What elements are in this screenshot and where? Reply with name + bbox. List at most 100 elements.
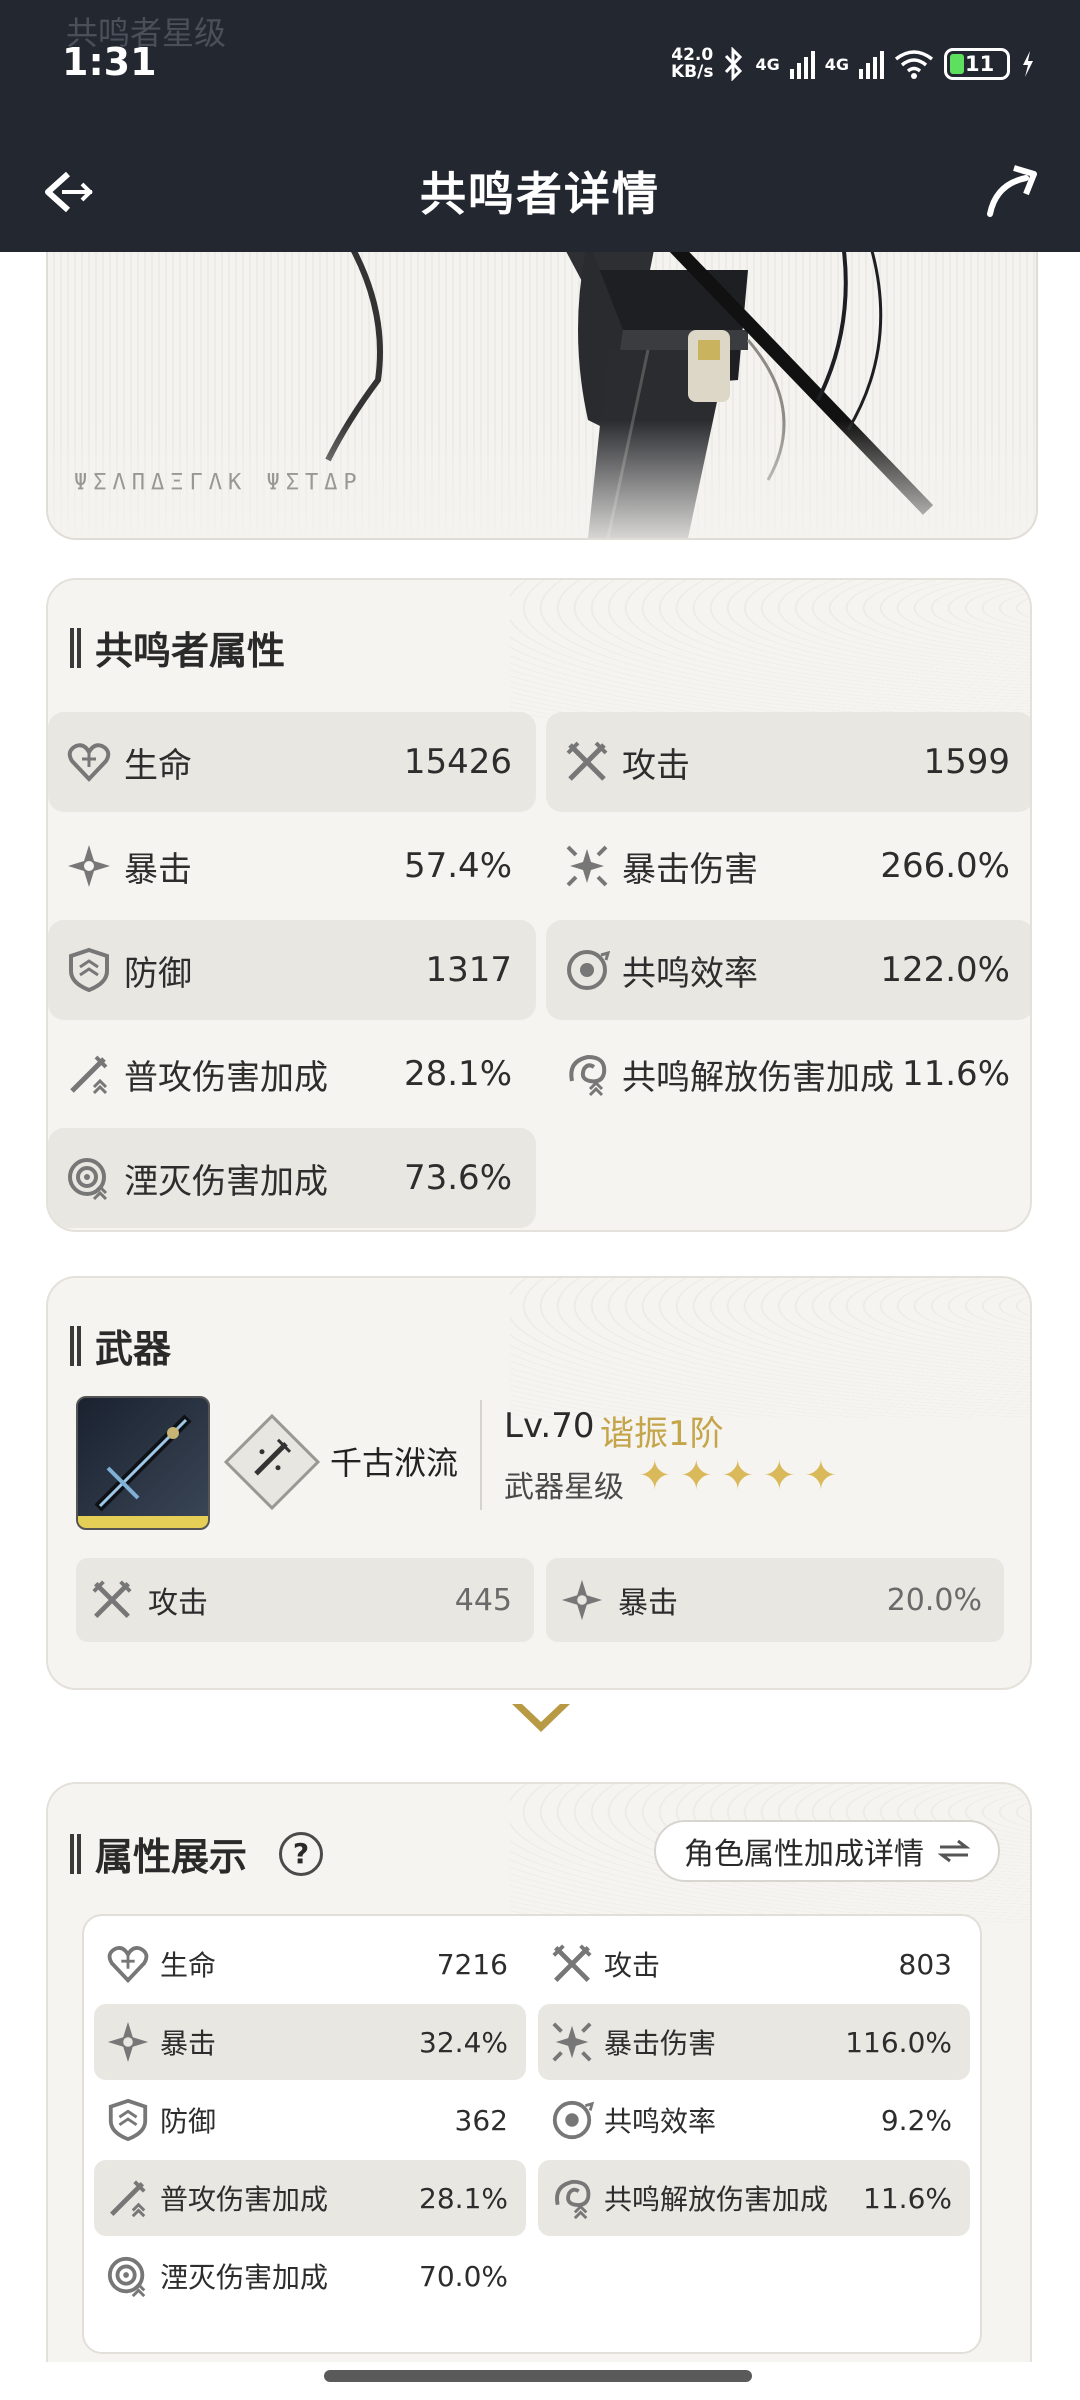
shield-icon [108,2098,148,2142]
weapon-type-icon [223,1413,321,1511]
attr-crit-dmg: 暴击伤害 116.0% [538,2004,970,2080]
stat-label: 防御 [124,953,192,994]
stat-basic-atk-bonus: 普攻伤害加成 28.1% [48,1024,536,1124]
crossed-swords-icon [92,1580,132,1618]
stat-value: 362 [454,2103,508,2137]
crit-damage-icon [552,2022,592,2062]
stat-label: 攻击 [604,1949,661,1982]
title-accent [70,1833,81,1874]
stat-label: 共鸣解放伤害加成 [622,1057,894,1098]
crossed-swords-icon [552,1944,592,1982]
swap-arrows-icon [938,1839,970,1863]
star-icon: ✦ [804,1453,838,1499]
sim2-label: 4G [824,54,849,74]
stat-label: 生命 [124,745,192,786]
attr-atk: 攻击 803 [538,1926,970,2002]
stat-hp: 生命 15426 [48,712,536,812]
stat-value: 1317 [425,950,512,990]
attribute-bonus-detail-button[interactable]: 角色属性加成详情 [654,1820,1000,1882]
home-indicator[interactable] [324,2370,752,2382]
share-icon[interactable] [982,160,1042,220]
attr-liberation-bonus: 共鸣解放伤害加成 11.6% [538,2160,970,2236]
attr-basic-atk-bonus: 普攻伤害加成 28.1% [94,2160,526,2236]
decorative-glyphs: ΨΣΛΠΔΞΓΛΚ ΨΣΤΔΡ [74,470,363,495]
stat-label: 暴击伤害 [622,849,758,890]
sim1-label: 4G [755,54,780,74]
stat-value: 70.0% [419,2259,508,2293]
stat-havoc-bonus: 湮灭伤害加成 73.6% [48,1128,536,1228]
bluetooth-icon [725,47,743,81]
status-time: 1:31 [62,40,157,84]
stat-label: 普攻伤害加成 [160,2183,329,2216]
help-icon[interactable]: ? [279,1831,324,1876]
status-icons: 42.0 KB/s 4G 4G 11 [671,44,1036,84]
stat-crit-dmg: 暴击伤害 266.0% [546,816,1030,916]
detail-button-label: 角色属性加成详情 [684,1837,924,1872]
stat-label: 攻击 [622,745,690,786]
stat-label: 暴击 [618,1586,678,1621]
star-icon: ✦ [638,1453,672,1499]
crit-star-icon [561,1579,603,1621]
stat-label: 湮灭伤害加成 [160,2261,329,2294]
stat-label: 暴击 [160,2027,217,2060]
stat-label: 湮灭伤害加成 [124,1161,328,1202]
stat-label: 防御 [160,2105,217,2138]
energy-regen-icon [567,950,610,990]
liberation-icon [555,2179,591,2220]
weapon-tune-rank: 谐振1阶 [600,1414,724,1454]
charging-icon [1023,51,1033,77]
weapon-stat-atk: 攻击 445 [76,1558,534,1642]
stat-value: 9.2% [880,2103,952,2137]
resonator-stats-title: 共鸣者属性 [95,629,286,673]
heart-icon [107,1946,149,1984]
star-icon: ✦ [762,1453,797,1499]
top-bar: 共鸣者星级 1:31 42.0 KB/s 4G 4G 11 共鸣者详情 [0,0,1080,252]
chevron-down-icon[interactable] [508,1700,574,1740]
weapon-level: Lv.70 [504,1406,595,1446]
crit-star-icon [68,845,110,887]
battery-icon: 11 [944,48,1010,80]
liberation-icon [569,1054,607,1097]
weapon-art [94,1414,192,1512]
weapon-card[interactable]: 武器 千古洑流 Lv.70 谐振1阶 武器星级 ✦ ✦ ✦ ✦ ✦ 攻击 445… [46,1276,1032,1690]
stat-crit-rate: 暴击 57.4% [48,816,536,916]
network-speed: 42.0 KB/s [671,47,713,81]
weapon-image[interactable] [76,1396,210,1530]
card-title: 属性展示 ? [70,1826,324,1881]
star-icon: ✦ [721,1453,755,1499]
stat-value: 11.6% [863,2181,952,2215]
stat-value: 122.0% [880,950,1010,990]
wifi-icon [894,50,934,79]
crossed-swords-icon [566,741,608,781]
weapon-title: 武器 [95,1327,172,1371]
energy-regen-icon [552,2100,594,2140]
stat-label: 暴击伤害 [604,2027,717,2060]
stat-value: 15426 [403,742,512,782]
stat-def: 防御 1317 [48,920,536,1020]
card-title: 共鸣者属性 [70,620,285,675]
attr-def: 防御 362 [94,2082,526,2158]
stat-label: 共鸣解放伤害加成 [604,2183,829,2216]
page-title: 共鸣者详情 [420,167,660,221]
stat-value: 32.4% [419,2025,508,2059]
stat-value: 266.0% [880,846,1010,886]
stat-value: 803 [898,1947,952,1981]
stat-atk: 攻击 1599 [546,712,1030,812]
stat-value: 1599 [923,742,1010,782]
signal-2-icon [859,49,884,79]
net-speed-unit: KB/s [671,62,714,82]
shield-icon [69,947,109,993]
basic-attack-icon [110,2180,146,2218]
resonator-stats-card: 共鸣者属性 生命 15426 攻击 1599 暴击 57.4% 暴击伤害 266… [46,578,1032,1232]
rarity-bar [78,1516,208,1528]
stat-label: 攻击 [148,1586,208,1621]
title-accent [70,1325,81,1366]
weapon-name: 千古洑流 [330,1444,459,1482]
weapon-star-label: 武器星级 [504,1470,624,1505]
title-accent [70,627,81,668]
signal-1-icon [789,49,815,79]
crit-damage-icon [566,845,608,887]
attr-hp: 生命 7216 [94,1926,526,2002]
stat-label: 普攻伤害加成 [124,1057,328,1098]
stat-value: 28.1% [403,1054,512,1094]
